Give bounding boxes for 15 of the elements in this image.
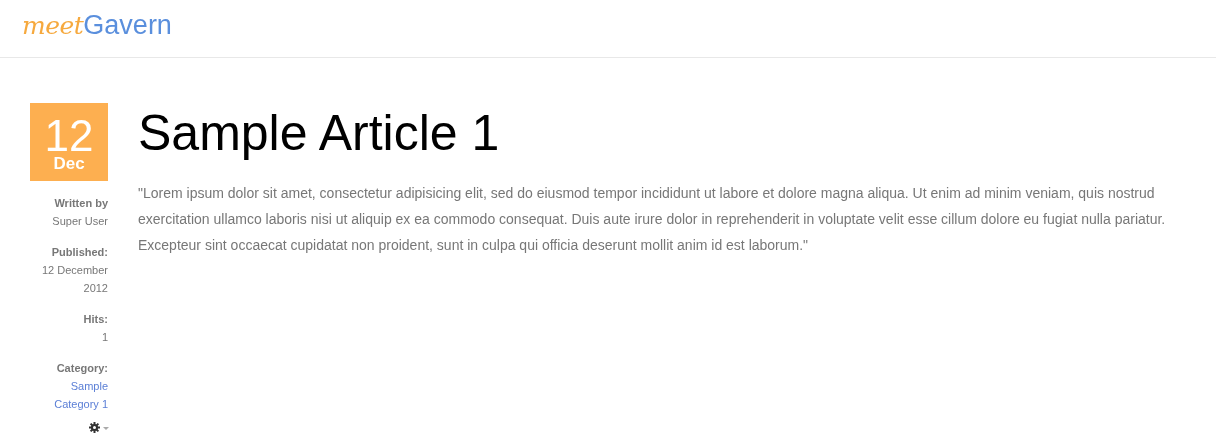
logo-text[interactable]: Gavern — [83, 10, 172, 41]
meta-label: Category: — [56, 361, 108, 376]
logo-script-text[interactable]: meet — [22, 11, 84, 40]
article-title: Sample Article 1 — [138, 104, 501, 163]
meta-label: Hits: — [83, 312, 108, 327]
meta-value: 1 — [101, 330, 108, 345]
meta-label: Published: — [51, 245, 108, 260]
date-month: Dec — [53, 155, 85, 172]
date-day: 12 — [44, 114, 94, 158]
settings-dropdown-button[interactable] — [89, 422, 109, 433]
meta-value: 12 December 2012 — [40, 263, 108, 296]
category-link[interactable]: Sample Category 1 — [30, 377, 108, 413]
meta-value: Super User — [52, 214, 108, 229]
meta-label: Written by — [54, 196, 108, 211]
article-body: "Lorem ipsum dolor sit amet, consectetur adipisicing elit, sed do eiusmod tempor incididunt ut labore et dolore magna aliqua. Ut enim ad minim veniam, quis nostrud exercitation ullamco laboris nisi ut aliquip ex ea commodo consequat. Duis aute irure dolor in reprehenderit in voluptate velit esse cillum dolore eu fugiat nulla pariatur. Excepteur sint occaecat cupidatat non proident, sunt in culpa qui officia deserunt mollit anim id est laborum." — [138, 184, 1167, 255]
